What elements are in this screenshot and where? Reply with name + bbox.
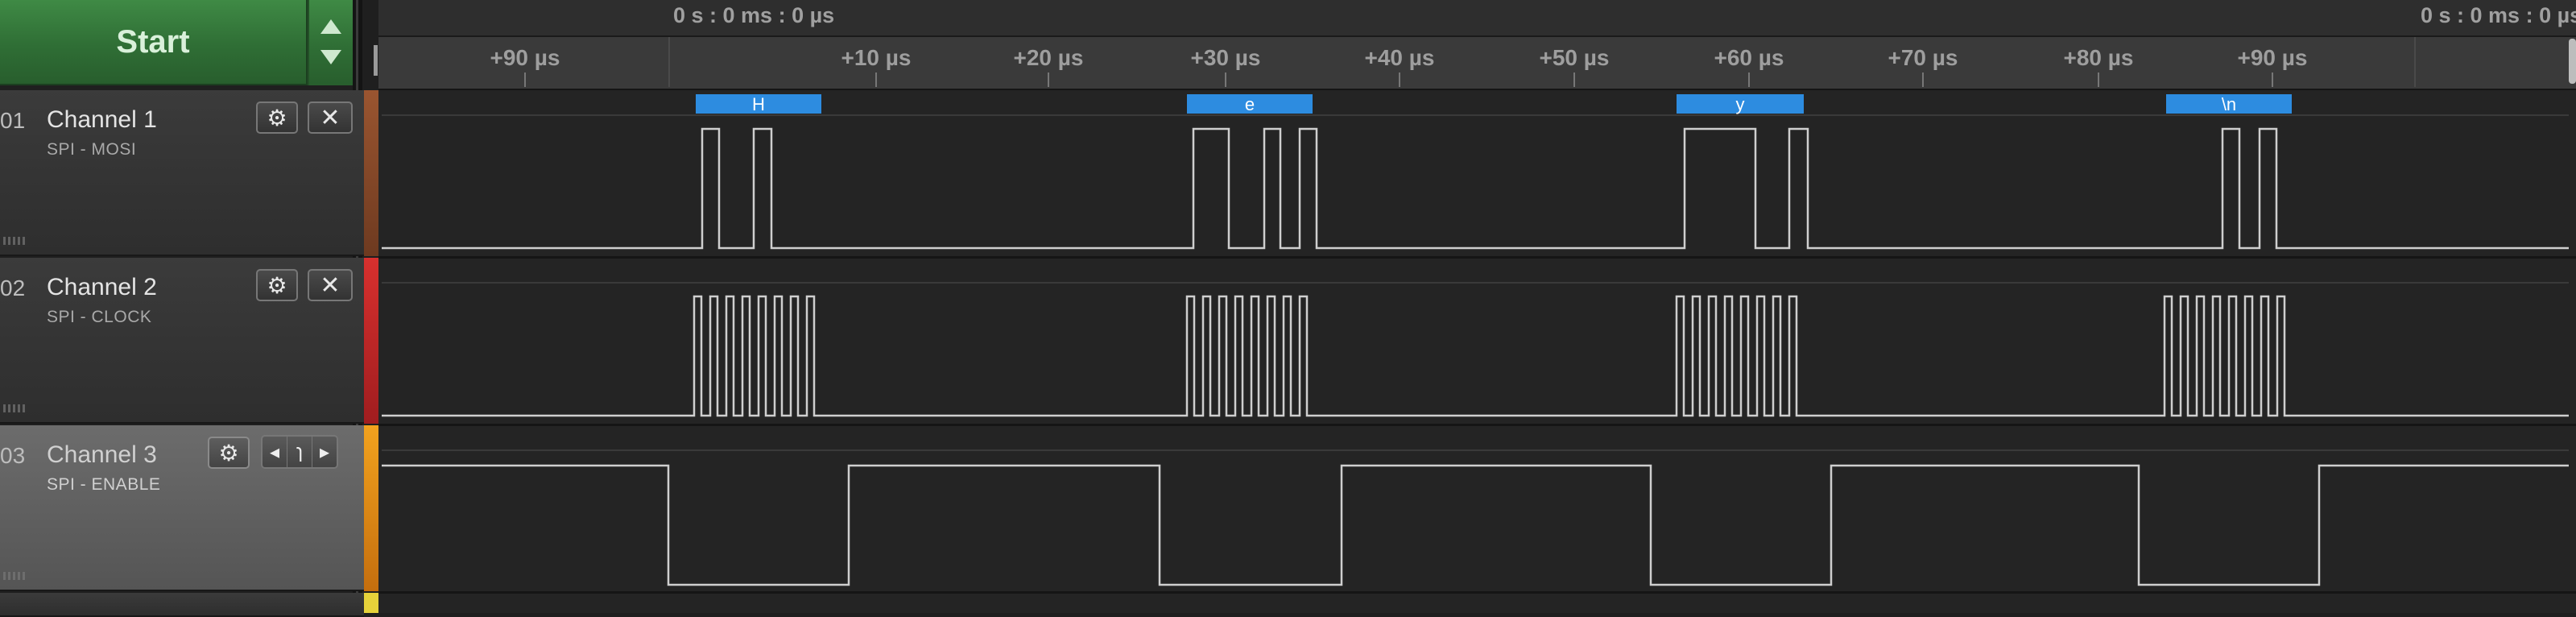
mosi-trace (382, 127, 2569, 250)
decoded-byte-label: H (752, 94, 765, 114)
enable-trace (382, 464, 2569, 586)
decoded-byte-label: e (1245, 94, 1255, 114)
decoded-byte-label: \n (2222, 94, 2236, 114)
clock-trace (382, 295, 2569, 417)
waveform-traces: He y \n (382, 94, 2569, 586)
decoded-byte-label: y (1736, 94, 1745, 114)
